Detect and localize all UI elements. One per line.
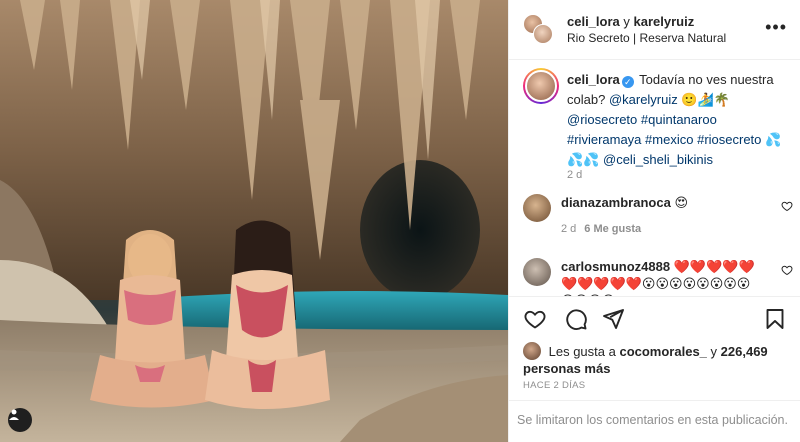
instagram-post: celi_lora y karelyruiz Rio Secreto | Res…: [0, 0, 800, 442]
caption-time[interactable]: 2 d: [567, 169, 582, 181]
comment-text: carlosmunoz4888 ❤️❤️❤️❤️❤️❤️❤️❤️❤️❤️😮😮😮😮…: [561, 258, 761, 296]
caption-avatar[interactable]: [523, 68, 559, 104]
caption-emojis-1: 🙂🏄🌴: [681, 92, 730, 107]
hashtag-quintanaroo[interactable]: #quintanaroo: [641, 112, 717, 127]
comment-time[interactable]: 2 d: [561, 223, 576, 235]
caption-body: celi_lora ✓ Todavía no ves nuestra colab?…: [567, 70, 789, 170]
comments-list[interactable]: celi_lora ✓ Todavía no ves nuestra colab?…: [509, 60, 800, 296]
mention-riosecreto[interactable]: @riosecreto: [567, 112, 637, 127]
cave-scene: [0, 0, 508, 442]
comment-text: dianazambranoca 😍: [561, 194, 761, 211]
user-icon: [9, 409, 19, 420]
mention-celi-sheli-bikinis[interactable]: @celi_sheli_bikinis: [603, 152, 713, 167]
caption-username-link[interactable]: celi_lora: [567, 72, 620, 87]
commenter-avatar[interactable]: [523, 258, 551, 286]
header-user2-link[interactable]: karelyruiz: [634, 14, 695, 29]
post-date[interactable]: HACE 2 DÍAS: [523, 380, 585, 391]
likes-conjunction: y: [710, 344, 718, 359]
comments-limited-notice: Se limitaron los comentarios en esta pub…: [509, 400, 800, 442]
liker-avatar[interactable]: [523, 342, 541, 360]
share-send-icon[interactable]: [601, 307, 625, 331]
post-actions: [509, 296, 800, 342]
save-bookmark-icon[interactable]: [763, 307, 787, 331]
verified-badge-icon: ✓: [621, 76, 634, 88]
comment-like-heart-icon[interactable]: [781, 264, 793, 276]
commenter-username-link[interactable]: carlosmunoz4888: [561, 259, 670, 274]
comment-like-heart-icon[interactable]: [781, 200, 793, 212]
comment-bubble-icon[interactable]: [564, 307, 588, 331]
comment-meta: 2 d 6 Me gusta: [561, 223, 641, 235]
mention-karelyruiz[interactable]: @karelyruiz: [609, 92, 678, 107]
like-heart-icon[interactable]: [523, 307, 547, 331]
hashtag-mexico[interactable]: #mexico: [645, 132, 693, 147]
header-conjunction: y: [623, 13, 630, 29]
more-options-icon[interactable]: •••: [765, 18, 787, 36]
comment-likes-count[interactable]: 6 Me gusta: [584, 223, 641, 235]
collab-names: celi_lora y karelyruiz: [567, 13, 726, 30]
commenter-avatar[interactable]: [523, 194, 551, 222]
commenter-username-link[interactable]: dianazambranoca: [561, 195, 671, 210]
collab-avatars[interactable]: [523, 13, 555, 46]
location-link[interactable]: Rio Secreto | Reserva Natural: [567, 30, 726, 47]
post-photo[interactable]: [0, 0, 508, 442]
post-header: celi_lora y karelyruiz Rio Secreto | Res…: [509, 0, 800, 60]
likes-prefix: Les gusta a: [548, 344, 616, 359]
comment-body: 😍: [674, 195, 689, 210]
header-user1-link[interactable]: celi_lora: [567, 14, 620, 29]
tagged-users-button[interactable]: [8, 408, 32, 432]
avatar-user2: [533, 23, 553, 44]
header-text: celi_lora y karelyruiz Rio Secreto | Res…: [567, 13, 726, 47]
likes-summary: Les gusta a cocomorales_ y 226,469 perso…: [523, 342, 793, 377]
hashtag-riosecreto[interactable]: #riosecreto: [697, 132, 761, 147]
hashtag-rivieramaya[interactable]: #rivieramaya: [567, 132, 641, 147]
post-side-panel: celi_lora y karelyruiz Rio Secreto | Res…: [508, 0, 800, 442]
liker-username-link[interactable]: cocomorales_: [619, 344, 706, 359]
